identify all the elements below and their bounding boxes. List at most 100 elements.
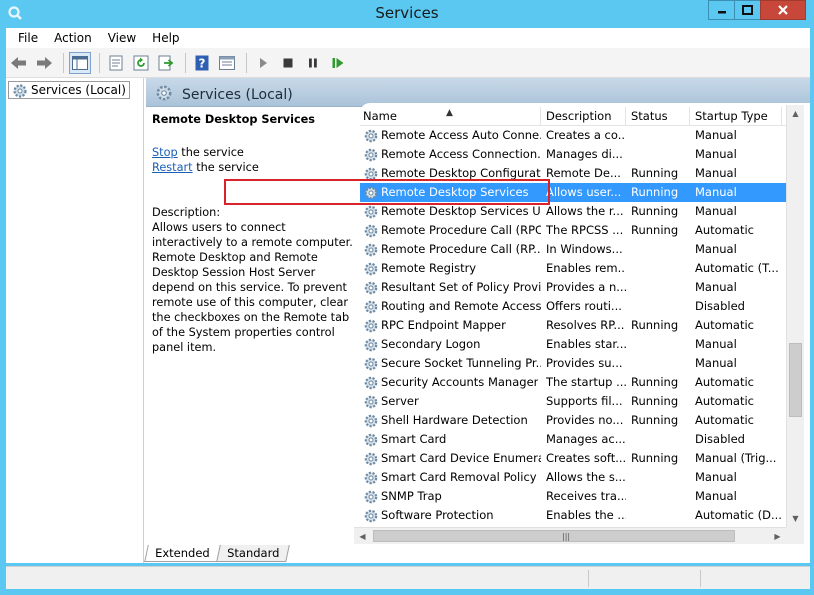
service-name: Secure Socket Tunneling Pr... xyxy=(381,356,541,370)
selected-service-name: Remote Desktop Services xyxy=(152,113,316,126)
help-button[interactable]: ? xyxy=(191,52,213,74)
service-name-cell: RPC Endpoint Mapper xyxy=(360,316,541,335)
column-header-startup-type[interactable]: Startup Type xyxy=(690,107,782,126)
description-text: Allows users to connect interactively to… xyxy=(152,221,353,354)
table-row[interactable]: Smart CardManages ac...DisabledL xyxy=(360,430,800,449)
scroll-down-arrow-icon[interactable]: ▼ xyxy=(787,510,804,527)
title-bar: Services xyxy=(0,0,814,28)
column-header-name[interactable]: Name ▲ xyxy=(360,107,541,126)
table-row[interactable]: Remote Access Connection... Manages di...… xyxy=(360,145,800,164)
restart-service-link[interactable]: Restart xyxy=(152,161,193,174)
table-row[interactable]: Remote Registry Enables rem... Automatic (… xyxy=(360,259,800,278)
service-name-cell: Remote Access Connection... xyxy=(360,145,541,164)
table-row[interactable]: Secure Socket Tunneling Pr... Provides su… xyxy=(360,354,800,373)
service-name: Remote Desktop Services U... xyxy=(381,204,541,218)
table-row[interactable]: Software Protection Enables the ... Automa… xyxy=(360,506,800,525)
show-hide-console-tree-icon xyxy=(72,55,88,70)
table-row[interactable]: Resultant Set of Policy Provi... Provides… xyxy=(360,278,800,297)
table-row[interactable]: Remote Procedure Call (RP... In Windows..… xyxy=(360,240,800,259)
service-name-cell: Remote Desktop Services U... xyxy=(360,202,541,221)
maximize-button[interactable] xyxy=(734,0,760,20)
start-service-icon xyxy=(260,57,267,68)
pause-service-button[interactable] xyxy=(302,52,324,74)
table-row[interactable]: ServerSupports fil...RunningAutomaticL xyxy=(360,392,800,411)
scroll-left-arrow-icon[interactable]: ◀ xyxy=(354,528,371,545)
service-name: Shell Hardware Detection xyxy=(381,413,528,427)
tree-item-services-local[interactable]: Services (Local) xyxy=(8,81,130,99)
toolbar-separator xyxy=(246,52,247,73)
show-hide-console-tree-button[interactable] xyxy=(69,51,91,74)
menu-action[interactable]: Action xyxy=(46,31,100,45)
service-status-cell: Running xyxy=(631,204,679,218)
column-header-status[interactable]: Status xyxy=(626,107,690,126)
back-button[interactable] xyxy=(8,52,30,74)
minimize-button[interactable] xyxy=(708,0,734,20)
service-name: Remote Access Connection... xyxy=(381,147,541,161)
menu-view[interactable]: View xyxy=(100,31,144,45)
refresh-button[interactable] xyxy=(130,52,152,74)
service-description-cell: Enables rem... xyxy=(546,261,626,275)
table-row[interactable]: Remote Access Auto Conne... Creates a co.… xyxy=(360,126,800,145)
view-tabs: Extended Standard xyxy=(144,545,290,563)
column-header-description[interactable]: Description xyxy=(541,107,626,126)
service-startup-type-cell: Manual xyxy=(695,356,737,370)
table-row[interactable]: Security Accounts Manager The startup ...… xyxy=(360,373,800,392)
horizontal-scroll-thumb[interactable]: ||| xyxy=(373,530,735,542)
vertical-scrollbar[interactable]: ▲ ▼ xyxy=(786,105,804,527)
service-description-cell: Provides su... xyxy=(546,356,623,370)
service-startup-type-cell: Disabled xyxy=(695,299,745,313)
service-gear-icon xyxy=(364,433,378,446)
table-row[interactable]: SNMP TrapReceives tra...ManualL xyxy=(360,487,800,506)
menu-help[interactable]: Help xyxy=(144,31,187,45)
toolbar-separator xyxy=(63,52,64,73)
close-button[interactable] xyxy=(760,0,806,20)
table-row[interactable]: RPC Endpoint Mapper Resolves RP... Running… xyxy=(360,316,800,335)
service-gear-icon xyxy=(364,300,378,313)
service-description-cell: Supports fil... xyxy=(546,394,623,408)
service-description-cell: Provides no... xyxy=(546,413,624,427)
stop-service-link[interactable]: Stop xyxy=(152,146,178,159)
main-pane: Services (Local) Remote Desktop Services… xyxy=(146,78,810,563)
service-startup-type-cell: Manual xyxy=(695,280,737,294)
table-row[interactable]: Secondary LogonEnables star...ManualL xyxy=(360,335,800,354)
table-row[interactable]: Shell Hardware Detection Provides no... Ru… xyxy=(360,411,800,430)
mmc-view-button[interactable] xyxy=(216,52,238,74)
horizontal-scrollbar[interactable]: ◀ ||| ▶ xyxy=(354,527,786,544)
table-row[interactable]: Routing and Remote Access Offers routi...… xyxy=(360,297,800,316)
stop-service-button[interactable] xyxy=(277,52,299,74)
table-row[interactable]: Remote Desktop Configurat... Remote De...… xyxy=(360,164,800,183)
status-bar-separator xyxy=(588,570,589,587)
content-area: Services (Local) Services (Local) Remote… xyxy=(6,78,810,563)
service-startup-type-cell: Automatic xyxy=(695,413,754,427)
description-label: Description: xyxy=(152,206,221,219)
menu-bar: File Action View Help xyxy=(6,28,810,48)
export-list-button[interactable] xyxy=(155,52,177,74)
table-row-selected[interactable]: Remote Desktop Services Allows user... Run… xyxy=(360,183,800,202)
forward-button[interactable] xyxy=(33,52,55,74)
tab-standard[interactable]: Standard xyxy=(215,545,290,562)
scroll-up-arrow-icon[interactable]: ▲ xyxy=(787,105,804,122)
table-row[interactable]: Smart Card Device Enumera... Creates soft… xyxy=(360,449,800,468)
properties-button[interactable] xyxy=(105,52,127,74)
service-gear-icon xyxy=(364,338,378,351)
menu-file[interactable]: File xyxy=(10,31,46,45)
scroll-right-arrow-icon[interactable]: ▶ xyxy=(769,528,786,545)
service-gear-icon xyxy=(364,148,378,161)
tab-extended[interactable]: Extended xyxy=(144,545,221,562)
table-row[interactable]: Remote Desktop Services U... Allows the r… xyxy=(360,202,800,221)
stop-service-icon xyxy=(283,58,293,67)
table-row[interactable]: Smart Card Removal Policy Allows the s...… xyxy=(360,468,800,487)
vertical-scroll-thumb[interactable] xyxy=(789,343,802,417)
stop-link-suffix: the service xyxy=(177,146,244,159)
service-name: Remote Access Auto Conne... xyxy=(381,128,541,142)
service-name-cell: Routing and Remote Access xyxy=(360,297,541,316)
service-name-cell: Remote Desktop Configurat... xyxy=(360,164,541,183)
sort-ascending-icon: ▲ xyxy=(446,108,453,118)
table-row[interactable]: Remote Procedure Call (RPC) The RPCSS ...… xyxy=(360,221,800,240)
tab-standard-label: Standard xyxy=(226,546,280,560)
service-name: Remote Desktop Configurat... xyxy=(381,166,541,180)
service-status-cell: Running xyxy=(631,394,679,408)
restart-service-button[interactable] xyxy=(327,52,349,74)
start-service-button[interactable] xyxy=(252,52,274,74)
service-gear-icon xyxy=(364,129,378,142)
